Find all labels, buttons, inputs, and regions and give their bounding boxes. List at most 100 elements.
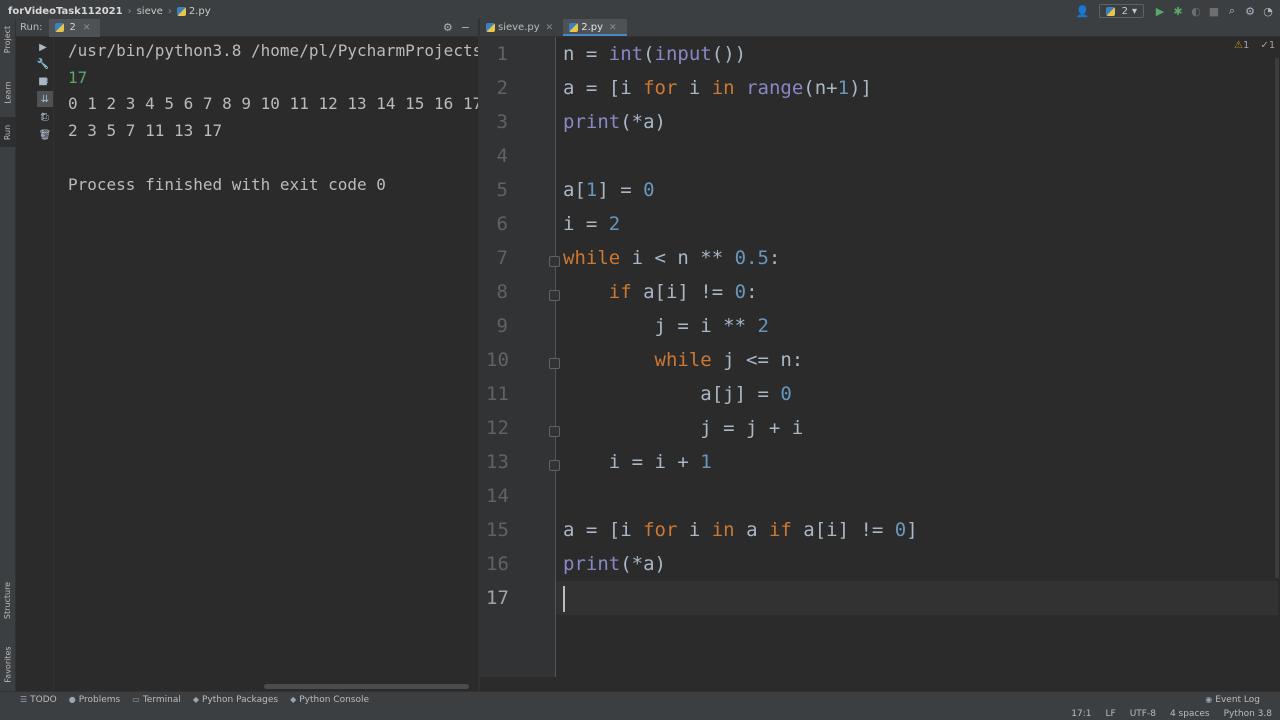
fold-open-icon[interactable] [549, 358, 560, 369]
line-number[interactable]: 10 [486, 349, 509, 371]
file-encoding[interactable]: UTF-8 [1130, 709, 1156, 719]
code-line[interactable]: while j <= n: [563, 349, 804, 371]
line-number[interactable]: 11 [486, 383, 509, 405]
line-separator[interactable]: LF [1105, 709, 1115, 719]
line-number[interactable]: 12 [486, 417, 509, 439]
indent-setting[interactable]: 4 spaces [1170, 709, 1210, 719]
code-line[interactable]: while i < n ** 0.5: [563, 247, 780, 269]
event-log-label: Event Log [1215, 694, 1260, 705]
code-line[interactable]: j = j + i [563, 417, 803, 439]
breadcrumb-file[interactable]: 2.py [189, 6, 211, 17]
python-packages-label: Python Packages [202, 694, 279, 705]
line-number[interactable]: 7 [486, 247, 508, 269]
line-number[interactable]: 2 [486, 77, 508, 99]
wrench-icon[interactable]: 🔧 [35, 56, 51, 72]
fold-end-icon[interactable] [549, 460, 560, 471]
python-console-tool-tab[interactable]: ◆ Python Console [284, 695, 375, 705]
line-number[interactable]: 16 [486, 553, 509, 575]
problems-tool-tab[interactable]: ● Problems [63, 695, 126, 705]
code-line[interactable]: a = [i for i in a if a[i] != 0] [563, 519, 918, 541]
code-token: input [654, 43, 712, 65]
user-icon[interactable]: 👤 [1075, 3, 1091, 19]
code-token: in [711, 77, 735, 99]
caret-position[interactable]: 17:1 [1071, 709, 1091, 719]
hide-panel-icon[interactable]: − [461, 21, 470, 34]
scroll-to-end-icon[interactable]: ⇊ [37, 91, 53, 107]
line-number[interactable]: 14 [486, 485, 509, 507]
code-line[interactable]: if a[i] != 0: [563, 281, 758, 303]
gear-icon[interactable]: ⚙ [443, 21, 453, 34]
code-line[interactable]: a[1] = 0 [563, 179, 655, 201]
rerun-icon[interactable]: ▶ [35, 39, 51, 55]
inspection-widget[interactable]: ⚠1 ✓1 [1234, 40, 1275, 51]
fold-open-icon[interactable] [549, 290, 560, 301]
code-line[interactable]: j = i ** 2 [563, 315, 769, 337]
fold-open-icon[interactable] [549, 256, 560, 267]
close-icon[interactable]: ✕ [546, 23, 554, 33]
code-line[interactable]: a = [i for i in range(n+1)] [563, 77, 872, 99]
packages-icon: ◆ [192, 695, 200, 704]
code-line[interactable]: n = int(input()) [563, 43, 746, 65]
code-line[interactable]: print(*a) [563, 111, 666, 133]
line-number[interactable]: 6 [486, 213, 508, 235]
trash-icon[interactable]: 🗑 [37, 127, 53, 143]
close-icon[interactable]: ✕ [83, 23, 91, 33]
run-tool-tab[interactable]: Run [0, 117, 16, 147]
python-console-icon: ◆ [290, 695, 297, 704]
status-bar: 17:1 LF UTF-8 4 spaces Python 3.8 [0, 707, 1280, 720]
code-token: a[i] != [791, 519, 895, 541]
left-tool-strip: Project Learn Run Structure Favorites [0, 19, 16, 691]
line-number[interactable]: 5 [486, 179, 508, 201]
fold-end-icon[interactable] [549, 426, 560, 437]
breadcrumb-separator-icon: › [167, 5, 172, 17]
todo-label: TODO [30, 694, 57, 705]
code-line[interactable]: i = 2 [563, 213, 620, 235]
structure-tool-tab[interactable]: Structure [0, 575, 16, 625]
line-number[interactable]: 3 [486, 111, 508, 133]
project-tool-tab[interactable]: Project [0, 19, 16, 59]
run-configuration-select[interactable]: 2 ▾ [1098, 4, 1144, 18]
soft-wrap-icon[interactable]: ≡ [37, 73, 53, 89]
editor-vertical-scrollbar[interactable] [1275, 58, 1279, 578]
tab-2-py[interactable]: 2.py ✕ [563, 19, 627, 36]
line-number[interactable]: 13 [486, 451, 509, 473]
line-number[interactable]: 15 [486, 519, 509, 541]
search-icon[interactable]: ⌕ [1224, 3, 1240, 19]
code-token: (*a) [620, 553, 666, 575]
breadcrumb-project[interactable]: forVideoTask11202​1 [8, 6, 123, 17]
favorites-tool-tab[interactable]: Favorites [0, 639, 16, 689]
code-line[interactable]: i = i + 1 [563, 451, 712, 473]
line-number[interactable]: 4 [486, 145, 508, 167]
python-interpreter[interactable]: Python 3.8 [1224, 709, 1272, 719]
code-token: ] = [597, 179, 644, 201]
text-caret [563, 586, 565, 612]
line-number[interactable]: 17 [486, 587, 509, 609]
debug-icon[interactable]: ✱ [1170, 3, 1186, 19]
run-console[interactable]: /usr/bin/python3.8 /home/pl/PycharmProje… [53, 37, 478, 691]
tab-label: 2.py [581, 22, 604, 33]
coverage-icon[interactable]: ◐ [1188, 3, 1204, 19]
breadcrumb-folder[interactable]: sieve [137, 6, 163, 17]
line-number[interactable]: 9 [486, 315, 508, 337]
code-line[interactable]: print(*a) [563, 553, 666, 575]
learn-tool-tab[interactable]: Learn [0, 77, 16, 107]
update-icon[interactable]: ◔ [1260, 3, 1276, 19]
console-horizontal-scrollbar[interactable] [264, 684, 469, 689]
todo-tool-tab[interactable]: ☰ TODO [0, 695, 63, 705]
tab-sieve-py[interactable]: sieve.py ✕ [480, 19, 563, 36]
run-tab[interactable]: 2 ✕ [48, 18, 101, 37]
line-number[interactable]: 8 [486, 281, 508, 303]
close-icon[interactable]: ✕ [609, 23, 617, 33]
line-number[interactable]: 1 [486, 43, 508, 65]
code-token: int [608, 43, 644, 65]
settings-icon[interactable]: ⚙ [1242, 3, 1258, 19]
code-line[interactable]: a[j] = 0 [563, 383, 792, 405]
event-log-tool-tab[interactable]: ◉ Event Log [1199, 695, 1280, 705]
terminal-tool-tab[interactable]: ▭ Terminal [126, 695, 187, 705]
tab-label: sieve.py [498, 22, 540, 33]
print-icon[interactable]: ⎙ [37, 109, 53, 125]
stop-icon[interactable]: ■ [1206, 3, 1222, 19]
python-packages-tool-tab[interactable]: ◆ Python Packages [187, 695, 284, 705]
run-icon[interactable]: ▶ [1152, 3, 1168, 19]
